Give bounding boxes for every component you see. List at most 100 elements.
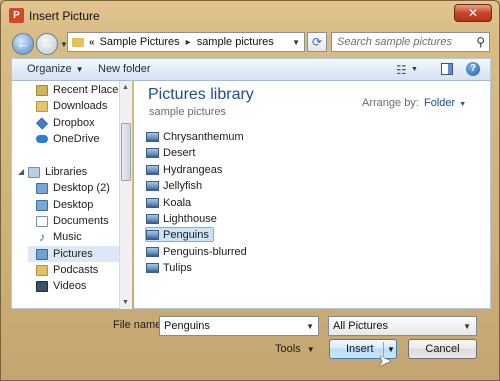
scroll-up-icon[interactable]: ▲	[122, 84, 129, 91]
file-item-penguins-blurred[interactable]: Penguins-blurred	[146, 244, 251, 259]
sidebar-item-music[interactable]: ♪ Music	[36, 229, 82, 245]
forward-button[interactable]: →	[36, 33, 58, 55]
sidebar-item-label: Libraries	[45, 166, 88, 178]
sidebar-item-recent-places[interactable]: Recent Places	[36, 82, 124, 98]
file-item-penguins[interactable]: Penguins	[145, 227, 214, 242]
desktop-icon	[36, 182, 48, 194]
file-item-tulips[interactable]: Tulips	[146, 260, 196, 275]
breadcrumb-sample-pictures[interactable]: Sample Pictures	[100, 36, 180, 48]
new-folder-button[interactable]: New folder	[98, 63, 151, 75]
file-item-lighthouse[interactable]: Lighthouse	[146, 211, 221, 226]
file-name: Tulips	[163, 261, 192, 274]
sidebar-item-desktop-2[interactable]: Desktop (2)	[36, 180, 110, 196]
refresh-icon: ⟳	[311, 35, 323, 49]
file-type-select[interactable]: All Pictures ▼	[328, 316, 477, 336]
file-item-desert[interactable]: Desert	[146, 145, 199, 160]
sidebar-item-pictures[interactable]: Pictures	[28, 246, 120, 262]
file-item-hydrangeas[interactable]: Hydrangeas	[146, 162, 226, 177]
file-name: Jellyfish	[163, 179, 203, 192]
organize-label: Organize	[27, 63, 72, 75]
sidebar-item-label: OneDrive	[53, 133, 100, 145]
chevron-down-icon: ▼	[459, 101, 467, 108]
address-bar[interactable]: « Sample Pictures ▸ sample pictures ▼	[67, 32, 305, 52]
image-file-icon	[146, 246, 159, 257]
tools-menu-button[interactable]: Tools ▼	[275, 343, 315, 355]
collapse-libraries-icon[interactable]: ◢	[18, 167, 24, 176]
library-title: Pictures library	[148, 86, 254, 103]
file-name: Penguins	[163, 228, 209, 241]
desktop-icon	[36, 199, 48, 211]
address-overflow-chevron[interactable]: «	[89, 37, 95, 48]
file-name: Lighthouse	[163, 212, 217, 225]
navigation-scrollbar[interactable]: ▲ ▼	[119, 81, 132, 309]
folder-icon	[72, 37, 84, 47]
scroll-down-icon[interactable]: ▼	[122, 299, 129, 306]
sidebar-item-dropbox[interactable]: Dropbox	[35, 115, 95, 131]
views-icon[interactable]: ☷	[396, 63, 407, 77]
help-icon[interactable]: ?	[466, 62, 480, 76]
window-title: Insert Picture	[29, 9, 100, 23]
sidebar-item-onedrive[interactable]: OneDrive	[36, 131, 99, 147]
navigation-pane: Recent Places Downloads Dropbox OneDrive…	[11, 81, 132, 309]
sidebar-item-downloads[interactable]: Downloads	[36, 98, 107, 114]
sidebar-item-documents[interactable]: Documents	[36, 213, 109, 229]
image-file-icon	[146, 180, 159, 191]
sidebar-item-libraries[interactable]: Libraries	[28, 164, 87, 180]
pictures-icon	[36, 248, 48, 260]
search-box[interactable]: ⚲	[331, 32, 490, 52]
library-subtitle: sample pictures	[149, 106, 227, 118]
chevron-down-icon[interactable]: ▼	[306, 322, 314, 331]
image-file-icon	[146, 131, 159, 142]
forward-arrow-icon: →	[40, 36, 54, 51]
sidebar-item-podcasts[interactable]: Podcasts	[36, 262, 98, 278]
sidebar-item-label: Documents	[53, 215, 109, 227]
search-icon[interactable]: ⚲	[476, 35, 485, 49]
onedrive-icon	[36, 135, 48, 143]
back-button[interactable]: ←	[12, 33, 34, 55]
file-name: Chrysanthemum	[163, 130, 244, 143]
sidebar-item-label: Desktop (2)	[53, 182, 110, 194]
documents-icon	[36, 215, 48, 227]
dropbox-icon	[35, 116, 49, 130]
folder-icon	[36, 100, 48, 112]
breadcrumb-sample-pictures-sub[interactable]: sample pictures	[197, 36, 274, 48]
sidebar-item-desktop[interactable]: Desktop	[36, 197, 93, 213]
refresh-button[interactable]: ⟳	[307, 32, 327, 52]
arrange-by-dropdown[interactable]: Folder ▼	[424, 97, 466, 109]
preview-pane-icon[interactable]	[441, 63, 453, 75]
scroll-thumb[interactable]	[121, 123, 131, 181]
arrange-by-label: Arrange by:	[362, 97, 419, 109]
image-file-icon	[146, 147, 159, 158]
chevron-down-icon: ▼	[306, 345, 315, 354]
file-name-combobox[interactable]: ▼	[159, 316, 319, 336]
breadcrumb-separator[interactable]: ▸	[186, 37, 191, 48]
search-input[interactable]	[332, 33, 467, 51]
file-item-koala[interactable]: Koala	[146, 195, 195, 210]
close-button[interactable]: ✕	[454, 4, 492, 22]
file-item-chrysanthemum[interactable]: Chrysanthemum	[146, 129, 248, 144]
arrange-by-value: Folder	[424, 97, 456, 109]
image-file-icon	[146, 262, 159, 273]
sidebar-item-label: Desktop	[53, 199, 94, 211]
image-file-icon	[146, 164, 159, 175]
file-item-jellyfish[interactable]: Jellyfish	[146, 178, 206, 193]
recent-places-icon	[36, 84, 48, 96]
image-file-icon	[146, 213, 159, 224]
sidebar-item-label: Recent Places	[53, 84, 124, 96]
title-bar: P Insert Picture ✕	[1, 1, 499, 29]
sidebar-item-label: Dropbox	[53, 117, 95, 129]
image-file-icon	[146, 197, 159, 208]
organize-button[interactable]: Organize ▼	[27, 63, 84, 75]
cancel-button[interactable]: Cancel	[408, 339, 477, 359]
file-name-field[interactable]	[160, 317, 300, 335]
music-icon: ♪	[39, 229, 45, 244]
sidebar-item-videos[interactable]: Videos	[36, 278, 86, 294]
views-dropdown-icon[interactable]: ▼	[411, 66, 418, 73]
command-bar: Organize ▼ New folder ☷ ▼ ?	[11, 58, 491, 81]
chevron-down-icon: ▼	[75, 65, 84, 74]
address-dropdown-icon[interactable]: ▼	[292, 38, 300, 47]
file-name: Hydrangeas	[163, 163, 223, 176]
file-name: Desert	[163, 146, 196, 159]
file-list-pane: Pictures library sample pictures Arrange…	[134, 81, 491, 309]
image-file-icon	[146, 229, 159, 240]
